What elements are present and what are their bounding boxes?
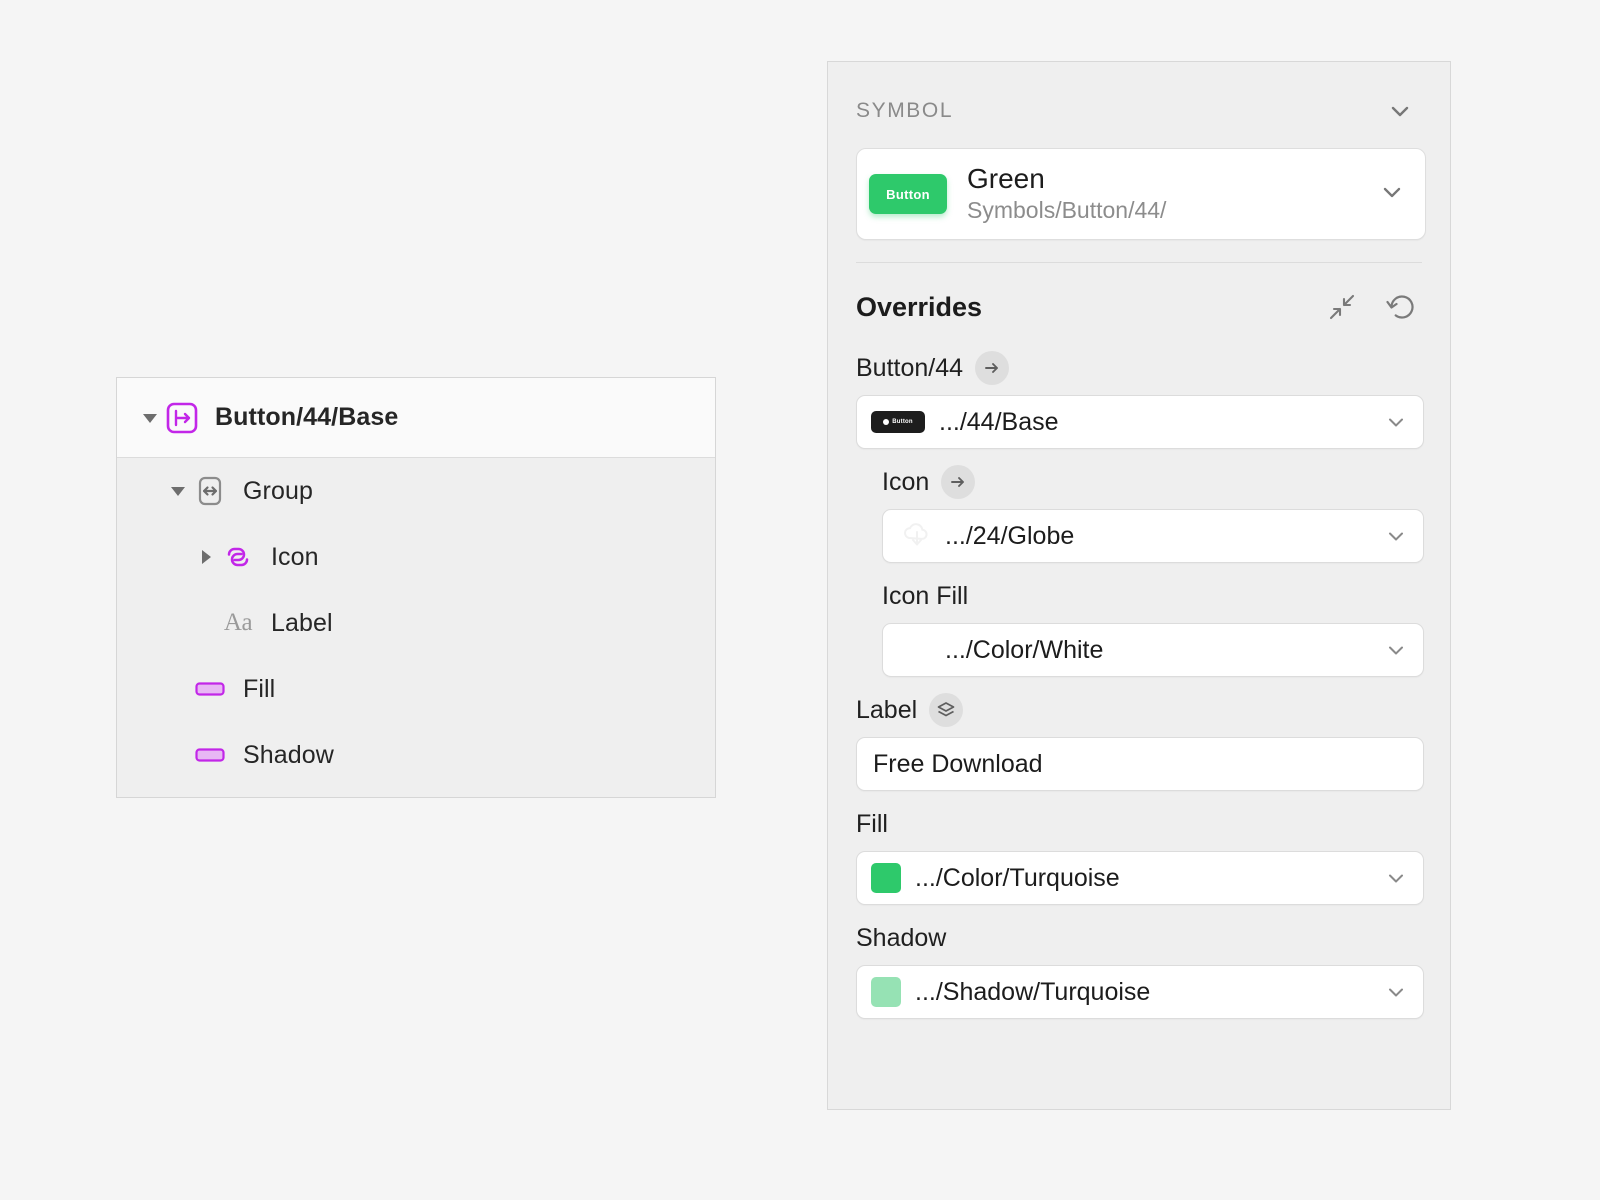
select-value: .../Shadow/Turquoise <box>915 977 1151 1006</box>
shape-rect-icon <box>191 736 229 774</box>
chevron-down-icon[interactable] <box>1383 980 1409 1004</box>
reset-arrow-icon[interactable] <box>1380 285 1424 329</box>
symbol-master-text: Green Symbols/Button/44/ <box>967 162 1379 227</box>
white-swatch-icon <box>897 632 937 668</box>
field-label: Fill <box>856 809 888 838</box>
symbol-thumbnail: Button <box>869 174 947 214</box>
layers-icon[interactable] <box>929 693 964 727</box>
label-text-field[interactable] <box>873 749 1407 779</box>
color-swatch <box>871 977 901 1007</box>
icon-symbol-select[interactable]: .../24/Globe <box>882 509 1424 563</box>
chevron-down-icon[interactable] <box>1383 638 1409 662</box>
section-divider <box>856 262 1422 263</box>
symbol-section-title: SYMBOL <box>856 99 954 122</box>
layer-row-icon[interactable]: Icon <box>117 524 715 590</box>
layer-row-label[interactable]: Aa Label <box>117 590 715 656</box>
disclosure-triangle-expanded-icon[interactable] <box>137 405 163 431</box>
disclosure-triangle-expanded-icon[interactable] <box>165 478 191 504</box>
arrow-right-icon[interactable] <box>941 465 976 499</box>
overrides-title: Overrides <box>856 291 983 322</box>
button-44-variant-select[interactable]: Button .../44/Base <box>856 395 1424 449</box>
symbol-thumbnail-label: Button <box>886 186 930 202</box>
layer-row-shadow[interactable]: Shadow <box>117 722 715 788</box>
inspector-panel: SYMBOL Button Green Symbols/Button/44/ O… <box>827 61 1451 1110</box>
layer-row-fill[interactable]: Fill <box>117 656 715 722</box>
overrides-section-header: Overrides <box>828 279 1450 335</box>
layer-row-label: Fill <box>243 674 276 703</box>
field-label-row: Shadow <box>856 915 1424 961</box>
override-field-fill: Fill .../Color/Turquoise <box>828 801 1450 905</box>
field-label: Icon <box>882 467 930 496</box>
override-field-shadow: Shadow .../Shadow/Turquoise <box>828 915 1450 1019</box>
symbol-master-path: Symbols/Button/44/ <box>967 197 1167 224</box>
icon-fill-select[interactable]: .../Color/White <box>882 623 1424 677</box>
override-field-icon: Icon .../24/Globe <box>828 459 1450 563</box>
layer-row-label: Button/44/Base <box>215 403 399 431</box>
field-label-row: Button/44 <box>856 345 1424 391</box>
select-value: .../24/Globe <box>945 521 1075 550</box>
color-swatch <box>871 863 901 893</box>
globe-icon <box>897 518 937 554</box>
layer-row-group[interactable]: Group <box>117 458 715 524</box>
fill-color-select[interactable]: .../Color/Turquoise <box>856 851 1424 905</box>
symbol-section-header: SYMBOL <box>828 80 1450 142</box>
disclosure-triangle-collapsed-icon[interactable] <box>193 544 219 570</box>
dark-button-thumbnail: Button <box>871 411 925 433</box>
arrow-right-icon[interactable] <box>975 351 1010 385</box>
chevron-down-icon[interactable] <box>1383 524 1409 548</box>
layer-row-label: Group <box>243 476 313 505</box>
text-layer-icon: Aa <box>223 609 253 636</box>
symbol-instance-icon <box>163 399 201 437</box>
chevron-down-icon[interactable] <box>1383 410 1409 434</box>
layer-row-label: Label <box>271 608 333 637</box>
layer-tree-panel: Button/44/Base Group Icon Aa Label Fill … <box>116 377 716 798</box>
layer-row-label: Shadow <box>243 740 334 769</box>
select-value: .../44/Base <box>939 407 1059 436</box>
override-field-label: Label <box>828 687 1450 791</box>
override-field-button-44: Button/44 Button .../44/Base <box>828 345 1450 449</box>
label-text-field-wrapper[interactable] <box>856 737 1424 791</box>
override-field-icon-fill: Icon Fill .../Color/White <box>828 573 1450 677</box>
overrides-actions <box>1320 285 1424 329</box>
field-label-row: Icon Fill <box>882 573 1424 619</box>
group-resize-icon <box>191 472 229 510</box>
field-label: Label <box>856 695 918 724</box>
collapse-arrows-icon[interactable] <box>1320 285 1364 329</box>
field-label-row: Fill <box>856 801 1424 847</box>
field-label: Icon Fill <box>882 581 969 610</box>
chevron-down-icon[interactable] <box>1380 91 1420 131</box>
layer-row-button-44-base[interactable]: Button/44/Base <box>117 378 715 458</box>
field-label-row: Label <box>856 687 1424 733</box>
chevron-down-icon[interactable] <box>1383 866 1409 890</box>
thumbnail-label: Button <box>892 419 913 425</box>
symbol-master-name: Green <box>967 162 1045 194</box>
field-label-row: Icon <box>882 459 1424 505</box>
field-label: Button/44 <box>856 353 964 382</box>
select-value: .../Color/White <box>945 635 1104 664</box>
thumbnail-dot-icon <box>883 419 890 425</box>
field-label: Shadow <box>856 923 947 952</box>
shadow-color-select[interactable]: .../Shadow/Turquoise <box>856 965 1424 1019</box>
layer-row-label: Icon <box>271 542 319 571</box>
select-value: .../Color/Turquoise <box>915 863 1120 892</box>
app-root: Button/44/Base Group Icon Aa Label Fill … <box>0 0 1600 1200</box>
shape-rect-icon <box>191 670 229 708</box>
nested-symbol-icon <box>219 538 257 576</box>
chevron-down-icon[interactable] <box>1379 179 1405 210</box>
symbol-master-selector[interactable]: Button Green Symbols/Button/44/ <box>856 148 1426 240</box>
